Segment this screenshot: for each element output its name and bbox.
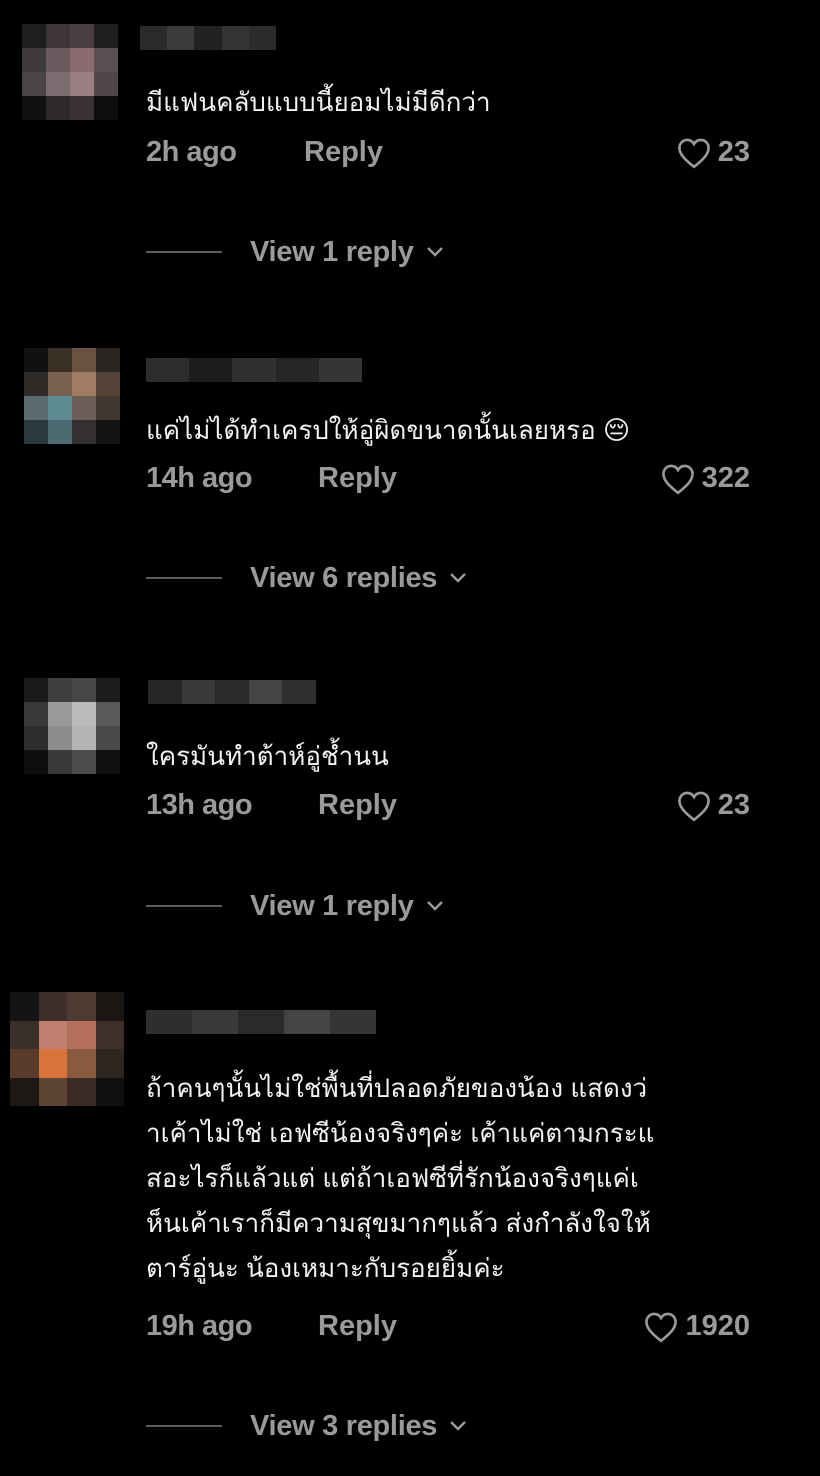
view-replies-button[interactable]: View 1 reply	[146, 886, 446, 926]
comment-time: 14h ago	[146, 462, 253, 494]
view-replies-label: View 1 reply	[250, 235, 414, 268]
chevron-down-icon	[450, 573, 466, 583]
like-button[interactable]: 322	[660, 462, 750, 495]
username-redacted[interactable]	[140, 26, 277, 50]
view-replies-button[interactable]: View 1 reply	[146, 232, 446, 272]
comment-time: 19h ago	[146, 1310, 253, 1342]
like-button[interactable]: 23	[676, 789, 750, 822]
comment-time: 13h ago	[146, 789, 253, 821]
comment-meta: 2h ago Reply 23	[146, 136, 750, 176]
comment-meta: 13h ago Reply 23	[146, 789, 750, 829]
like-button[interactable]: 23	[676, 136, 750, 169]
avatar[interactable]	[24, 348, 120, 444]
comment-text: ใครมันทำต้าห์อู่ช้ำนน	[146, 741, 389, 771]
divider-line	[146, 251, 222, 253]
divider-line	[146, 577, 222, 579]
divider-line	[146, 1425, 222, 1427]
view-replies-button[interactable]: View 6 replies	[146, 558, 469, 598]
like-count: 23	[717, 136, 750, 168]
chevron-down-icon	[450, 1421, 466, 1431]
reply-button[interactable]: Reply	[318, 462, 397, 495]
avatar[interactable]	[10, 992, 124, 1106]
reply-button[interactable]: Reply	[304, 136, 383, 169]
view-replies-button[interactable]: View 3 replies	[146, 1406, 469, 1446]
comment-meta: 14h ago Reply 322	[146, 462, 750, 502]
avatar[interactable]	[22, 24, 118, 120]
username-redacted[interactable]	[146, 1010, 376, 1034]
heart-outline-icon	[645, 1312, 678, 1342]
heart-outline-icon	[677, 791, 710, 821]
like-count: 322	[701, 462, 750, 494]
like-count: 23	[717, 789, 750, 821]
reply-button[interactable]: Reply	[318, 789, 397, 822]
comment-time: 2h ago	[146, 136, 237, 168]
view-replies-label: View 6 replies	[250, 561, 438, 594]
view-replies-label: View 3 replies	[250, 1409, 438, 1442]
chevron-down-icon	[426, 901, 443, 911]
like-count: 1920	[685, 1310, 750, 1342]
avatar[interactable]	[24, 678, 120, 774]
view-replies-label: View 1 reply	[250, 889, 414, 922]
divider-line	[146, 905, 222, 907]
like-button[interactable]: 1920	[643, 1310, 750, 1343]
comment-text: แค่ไม่ได้ทำเครปให้อู่ผิดขนาดนั้นเลยหรอ 😔	[146, 415, 631, 445]
chevron-down-icon	[426, 247, 443, 257]
heart-outline-icon	[661, 464, 694, 494]
heart-outline-icon	[677, 138, 710, 168]
username-redacted[interactable]	[146, 358, 363, 382]
comment-text: มีแฟนคลับแบบนี้ยอมไม่มีดีกว่า	[146, 87, 491, 117]
reply-button[interactable]: Reply	[318, 1310, 397, 1343]
comment-text: ถ้าคนๆนั้นไม่ใช่พื้นที่ปลอดภัยของน้อง แส…	[146, 1073, 655, 1283]
comment-meta: 19h ago Reply 1920	[146, 1310, 750, 1350]
username-redacted[interactable]	[148, 680, 316, 704]
